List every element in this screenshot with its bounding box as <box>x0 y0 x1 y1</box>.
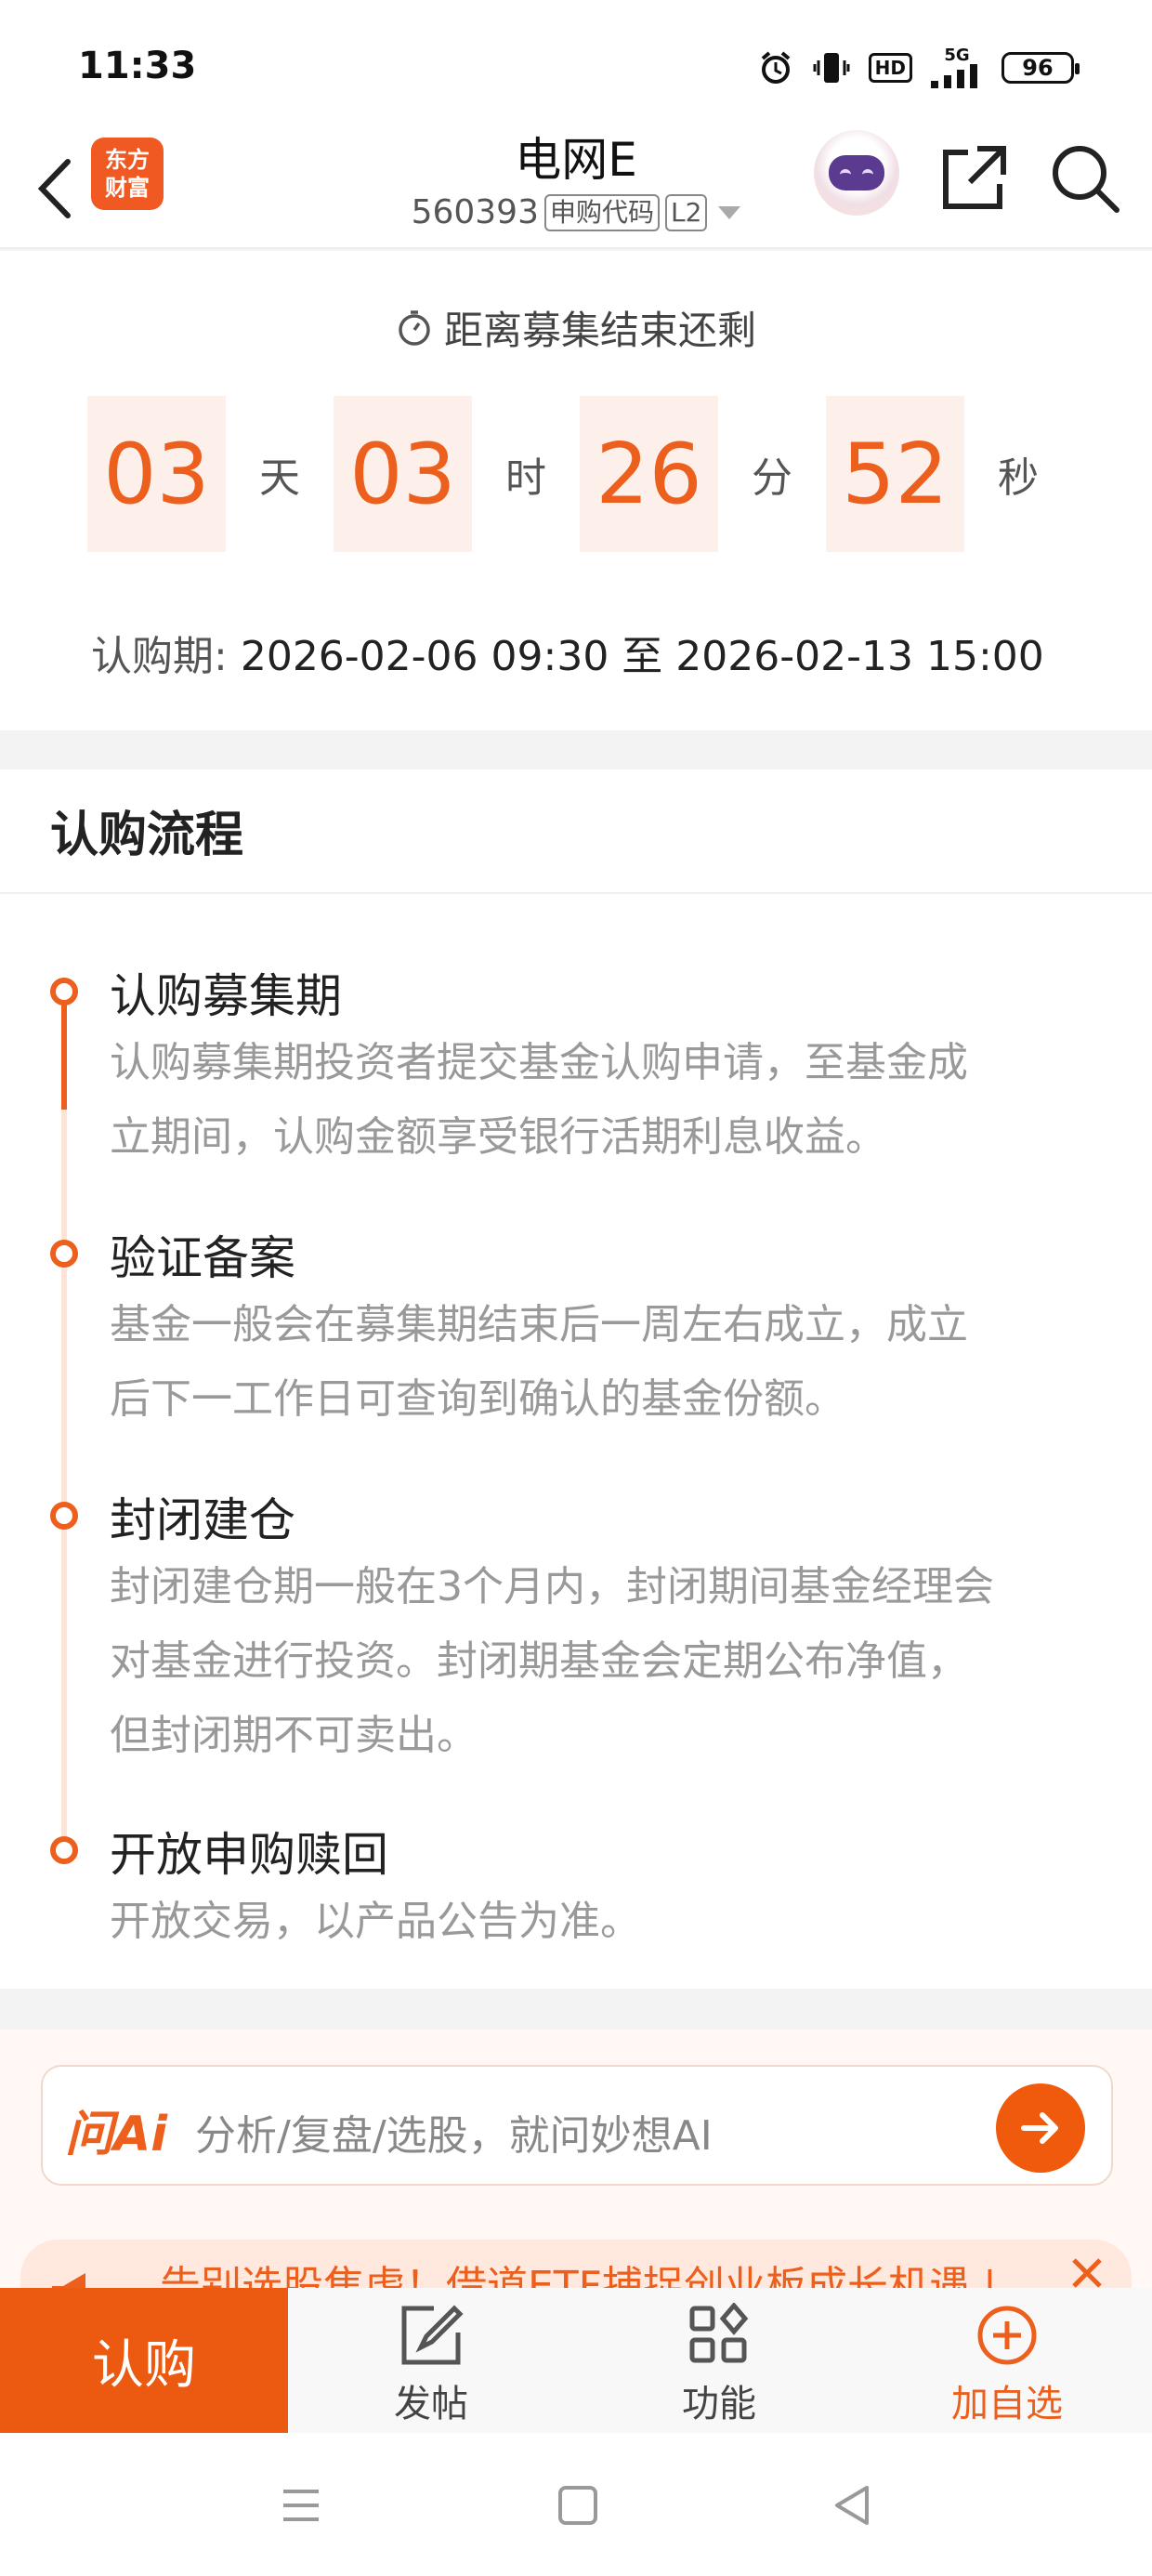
chevron-left-icon <box>37 159 71 218</box>
purchase-code-tag: 申购代码 <box>544 194 661 231</box>
fund-code: 560393 <box>411 193 539 231</box>
countdown-title-text: 距离募集结束还剩 <box>443 308 756 353</box>
title-block[interactable]: 电网E 560393 申购代码 L2 <box>344 130 808 236</box>
step-desc-line: 立期间，认购金额享受银行活期利息收益。 <box>110 1113 886 1161</box>
step-desc-line: 后下一工作日可查询到确认的基金份额。 <box>110 1375 845 1423</box>
network-type: 5G <box>944 46 970 65</box>
triangle-back-icon <box>835 2486 869 2525</box>
post-button[interactable]: 发帖 <box>338 2288 524 2433</box>
step-desc-line: 认购募集期投资者提交基金认购申请，至基金成 <box>110 1039 968 1086</box>
step-title: 开放申购赎回 <box>110 1828 388 1882</box>
step-desc-line: 但封闭期不可卖出。 <box>110 1712 478 1759</box>
back-nav-button[interactable] <box>825 2477 881 2533</box>
functions-label: 功能 <box>682 2383 756 2425</box>
status-bar: 11:33 HD 5G 96 <box>0 0 1152 130</box>
fund-subtitle: 560393 申购代码 L2 <box>344 190 808 236</box>
subscribe-button[interactable]: 认购 <box>0 2288 288 2433</box>
dropdown-caret-icon[interactable] <box>718 206 741 219</box>
step-title: 封闭建仓 <box>110 1493 295 1547</box>
process-title: 认购流程 <box>50 808 244 863</box>
vibrate-icon <box>813 49 850 86</box>
step-description: 开放交易，以产品公告为准。 <box>110 1885 1094 1959</box>
period-value: 2026-02-06 09:30 至 2026-02-13 15:00 <box>240 633 1044 680</box>
step-desc-line: 开放交易，以产品公告为准。 <box>110 1898 641 1945</box>
plus-circle-icon <box>975 2303 1040 2368</box>
search-button[interactable] <box>1048 141 1122 216</box>
period-label: 认购期: <box>91 633 228 680</box>
step-dot-icon <box>50 1502 78 1530</box>
arrow-right-icon <box>1021 2112 1058 2144</box>
edit-icon <box>399 2303 464 2368</box>
seconds-unit: 秒 <box>997 454 1039 502</box>
post-label: 发帖 <box>394 2383 468 2425</box>
battery-indicator: 96 <box>1001 52 1080 84</box>
add-watchlist-label: 加自选 <box>951 2383 1063 2425</box>
share-button[interactable] <box>936 141 1011 216</box>
step-title: 认购募集期 <box>110 969 342 1023</box>
divider <box>0 892 1152 894</box>
days-unit: 天 <box>258 454 300 502</box>
level-tag: L2 <box>665 194 708 231</box>
countdown-timer: 03 天 03 时 26 分 52 秒 <box>87 396 1072 552</box>
alarm-icon <box>757 49 794 86</box>
menu-nav-button[interactable] <box>273 2477 329 2533</box>
countdown-days: 03 <box>87 396 226 552</box>
step-desc-line: 封闭建仓期一般在3个月内，封闭期间基金经理会 <box>110 1563 994 1610</box>
subscription-period: 认购期: 2026-02-06 09:30 至 2026-02-13 15:00 <box>91 623 1094 682</box>
ai-assistant-area: 问Ai 分析/复盘/选股，就问妙想AI 告别选股焦虑！借道ETF捕捉创业板成长机… <box>0 2030 1152 2314</box>
status-icons: HD 5G 96 <box>757 46 1080 89</box>
menu-icon <box>283 2490 319 2521</box>
grid-icon <box>687 2303 752 2368</box>
ai-send-button[interactable] <box>996 2083 1085 2173</box>
eastmoney-logo[interactable]: 东方 财富 <box>91 138 164 210</box>
bottom-action-bar: 认购 发帖 功能 加自选 <box>0 2288 1152 2433</box>
step-dot-icon <box>50 1240 78 1268</box>
app-header: 东方 财富 电网E 560393 申购代码 L2 <box>0 130 1152 249</box>
step-desc-line: 对基金进行投资。封闭期基金会定期公布净值， <box>110 1637 968 1685</box>
logo-text-2: 财富 <box>105 175 150 201</box>
subscription-process-card: 认购流程 认购募集期 认购募集期投资者提交基金认购申请，至基金成 立期间，认购金… <box>0 769 1152 1989</box>
signal-icon: 5G <box>931 47 983 88</box>
timer-icon <box>399 309 430 346</box>
step-desc-line: 基金一般会在募集期结束后一周左右成立，成立 <box>110 1301 968 1348</box>
system-nav-bar <box>0 2433 1152 2576</box>
step-description: 封闭建仓期一般在3个月内，封闭期间基金经理会 对基金进行投资。封闭期基金会定期公… <box>110 1550 1094 1773</box>
step-dot-icon <box>50 1836 78 1864</box>
ai-input-placeholder[interactable]: 分析/复盘/选股，就问妙想AI <box>195 2102 713 2162</box>
add-watchlist-button[interactable]: 加自选 <box>914 2288 1100 2433</box>
hd-badge: HD <box>868 53 912 83</box>
countdown-card: 距离募集结束还剩 03 天 03 时 26 分 52 秒 认购期: 2026-0… <box>0 251 1152 730</box>
robot-face-icon <box>829 155 884 191</box>
ai-search-box[interactable]: 问Ai 分析/复盘/选股，就问妙想AI <box>41 2065 1113 2186</box>
status-time: 11:33 <box>78 45 197 87</box>
logo-text-1: 东方 <box>105 147 150 173</box>
back-button[interactable] <box>22 147 87 230</box>
step-dot-icon <box>50 978 78 1005</box>
step-description: 认购募集期投资者提交基金认购申请，至基金成 立期间，认购金额享受银行活期利息收益… <box>110 1026 1094 1175</box>
home-nav-button[interactable] <box>550 2477 606 2533</box>
search-icon <box>1053 146 1119 213</box>
fund-title: 电网E <box>515 133 637 187</box>
countdown-minutes: 26 <box>580 396 718 552</box>
countdown-title: 距离募集结束还剩 <box>0 299 1152 356</box>
functions-button[interactable]: 功能 <box>626 2288 812 2433</box>
hours-unit: 时 <box>504 454 546 502</box>
step-description: 基金一般会在募集期结束后一周左右成立，成立 后下一工作日可查询到确认的基金份额。 <box>110 1288 1094 1437</box>
ai-logo: 问Ai <box>65 2107 168 2162</box>
square-icon <box>558 2486 597 2525</box>
share-icon <box>943 146 1006 209</box>
step-title: 验证备案 <box>110 1231 295 1285</box>
ai-robot-avatar[interactable] <box>814 130 899 216</box>
timeline-line <box>61 979 67 1849</box>
minutes-unit: 分 <box>751 454 792 502</box>
countdown-seconds: 52 <box>826 396 964 552</box>
countdown-hours: 03 <box>334 396 472 552</box>
